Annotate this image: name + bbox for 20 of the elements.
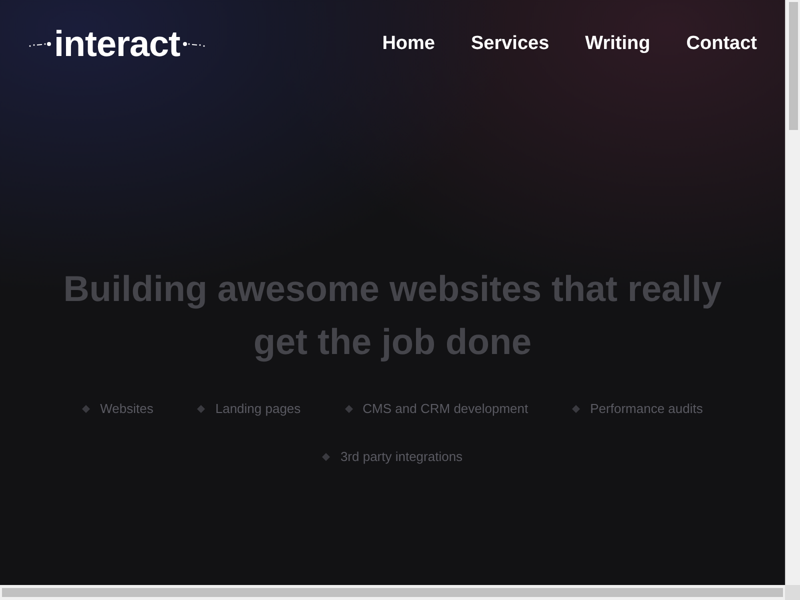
diamond-icon bbox=[572, 405, 580, 413]
diamond-icon bbox=[197, 405, 206, 413]
nav-link[interactable]: Services bbox=[470, 33, 550, 55]
nav-link[interactable]: Contact bbox=[686, 33, 757, 55]
service-label: Landing pages bbox=[215, 400, 301, 418]
horizontal-scrollbar[interactable] bbox=[0, 585, 785, 600]
diamond-icon bbox=[344, 405, 353, 413]
diamond-icon bbox=[322, 453, 330, 461]
service-label: Websites bbox=[100, 400, 154, 418]
service-label: CMS and CRM development bbox=[362, 400, 528, 418]
service-label: 3rd party integrations bbox=[340, 448, 463, 466]
diamond-icon bbox=[82, 405, 90, 413]
nav-link[interactable]: Writing bbox=[585, 33, 650, 55]
sparkle-line-icon bbox=[182, 39, 206, 49]
scrollbar-corner bbox=[785, 585, 800, 600]
service-label: Performance audits bbox=[590, 400, 703, 418]
vertical-scrollbar[interactable] bbox=[785, 0, 800, 585]
sparkle-line-icon bbox=[28, 39, 52, 49]
nav-link[interactable]: Home bbox=[382, 33, 435, 55]
logo[interactable]: interact bbox=[54, 22, 180, 66]
